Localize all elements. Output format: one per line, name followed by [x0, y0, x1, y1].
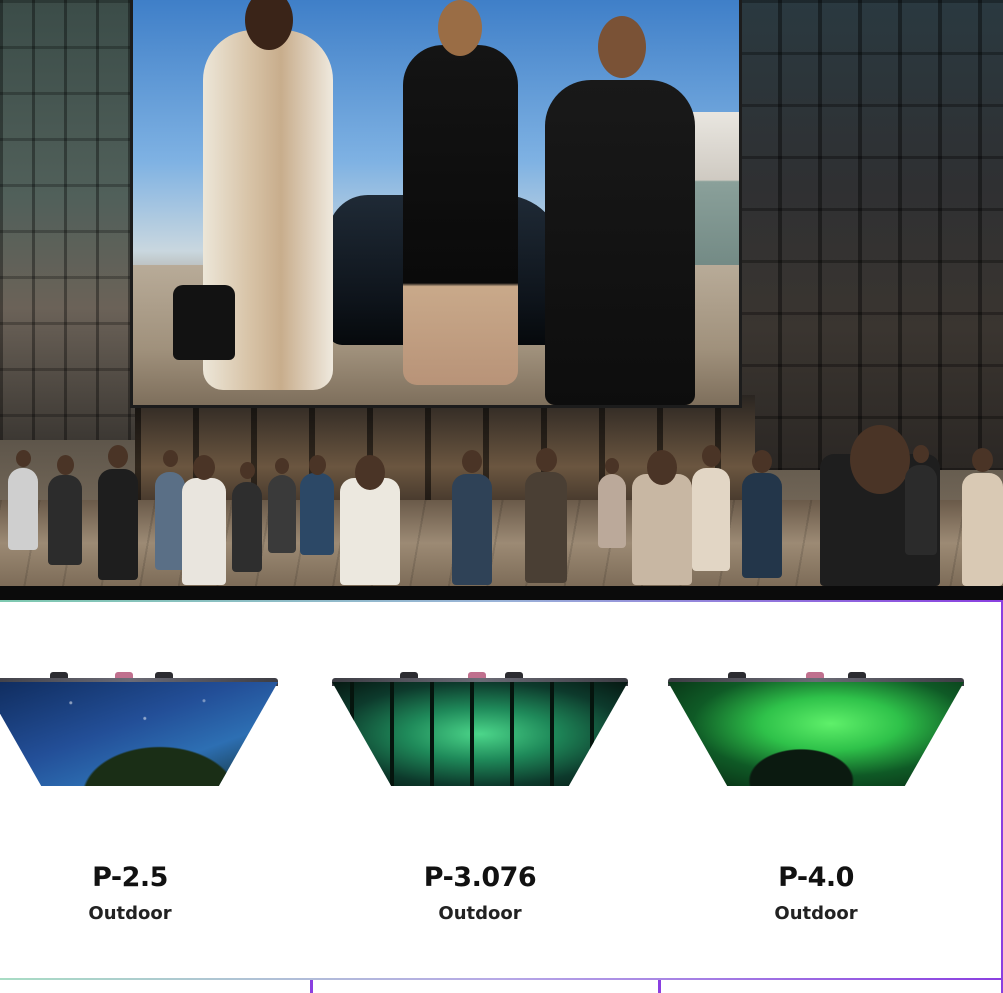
billboard-model-man	[545, 80, 695, 405]
crowd-person	[268, 475, 296, 553]
crowd-person-head	[240, 462, 255, 479]
product-type: Outdoor	[438, 903, 522, 924]
led-billboard	[130, 0, 742, 408]
crowd-person-head	[309, 455, 326, 475]
crowd-person	[300, 473, 334, 555]
starry-night-panel-icon	[0, 682, 278, 786]
crowd-person	[905, 465, 937, 555]
crowd-person-head	[972, 448, 993, 472]
crowd-person-head	[702, 445, 721, 467]
card-divider	[310, 980, 313, 993]
crowd-person-head	[913, 445, 929, 463]
product-name: P-2.5	[92, 862, 168, 893]
product-name: P-4.0	[778, 862, 854, 893]
crowd-person	[155, 472, 185, 570]
product-name: P-3.076	[423, 862, 537, 893]
page: P-2.5 Outdoor P-3.076 Outdoor P-4.0 Outd…	[0, 0, 1003, 993]
crowd-person-head	[355, 455, 385, 490]
hero-banner-image	[0, 0, 1003, 586]
crowd-person	[8, 468, 38, 550]
product-card-p-3-076[interactable]: P-3.076 Outdoor	[330, 660, 660, 970]
crowd-person-head	[57, 455, 74, 475]
crowd-person	[742, 473, 782, 578]
crowd-person-head	[752, 450, 772, 473]
billboard-model-head	[598, 16, 646, 78]
handbag-icon	[173, 285, 235, 360]
crowd-person-head	[163, 450, 178, 467]
crowd-person-head	[275, 458, 289, 474]
crowd-person	[232, 482, 262, 572]
crowd-person	[962, 473, 1003, 586]
hero-bottom-bar	[0, 586, 1003, 600]
product-type: Outdoor	[88, 903, 172, 924]
crowd-person-head	[193, 455, 215, 480]
crowd-person	[692, 468, 730, 571]
crowd-person	[525, 472, 567, 583]
crowd-person-head	[462, 450, 482, 473]
crowd-person	[632, 474, 692, 585]
crowd-person-head	[647, 450, 677, 485]
section-border-bottom	[0, 978, 1003, 980]
crowd-person-head	[850, 425, 910, 494]
crowd-person	[452, 474, 492, 585]
green-aurora-panel-icon	[668, 682, 964, 786]
crowd-person-head	[16, 450, 31, 467]
building-facade-right	[738, 0, 1003, 470]
crowd-person-head	[605, 458, 619, 474]
building-facade-left	[0, 0, 135, 440]
crowd-person	[48, 475, 82, 565]
billboard-model-head	[438, 0, 482, 56]
crowd-person	[182, 478, 226, 585]
billboard-model-woman-black	[403, 45, 518, 385]
card-divider	[658, 980, 661, 993]
crowd-person-head	[108, 445, 128, 468]
crowd-person-head	[536, 448, 557, 472]
aurora-forest-panel-icon	[332, 682, 628, 786]
crowd-person	[340, 478, 400, 585]
crowd-person	[98, 469, 138, 580]
product-card-p-4-0[interactable]: P-4.0 Outdoor	[668, 660, 998, 970]
section-border-top	[0, 600, 1003, 602]
crowd-person	[598, 474, 626, 548]
product-card-p-2-5[interactable]: P-2.5 Outdoor	[0, 660, 295, 970]
product-section: P-2.5 Outdoor P-3.076 Outdoor P-4.0 Outd…	[0, 600, 1003, 993]
product-type: Outdoor	[774, 903, 858, 924]
